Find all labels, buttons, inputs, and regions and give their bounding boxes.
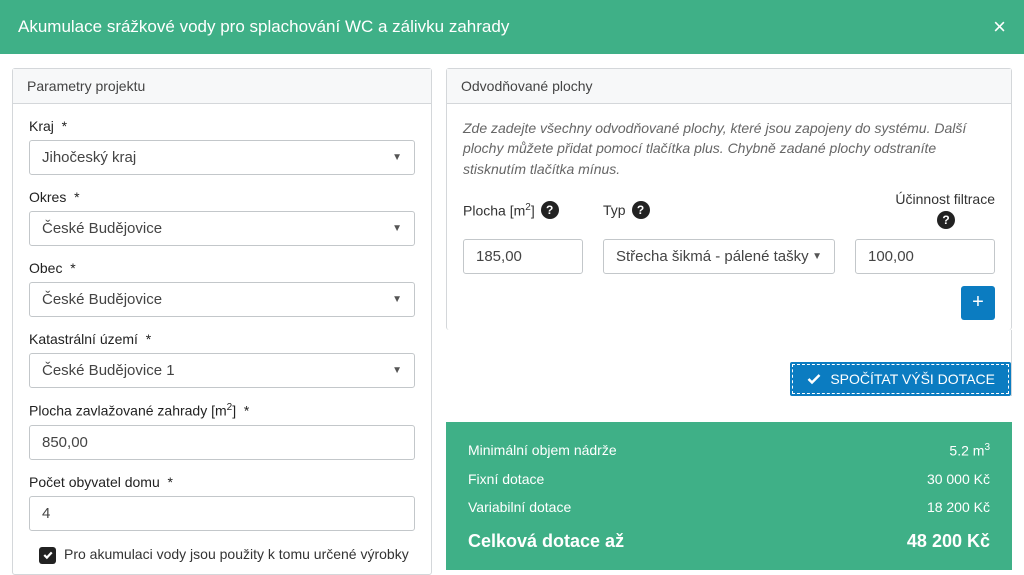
close-icon[interactable]: × (993, 14, 1006, 40)
header-typ: Typ ? (603, 191, 835, 229)
summary-row-total: Celková dotace až 48 200 Kč (468, 521, 990, 558)
label-kraj: Kraj * (29, 118, 415, 134)
input-obyvatel-value: 4 (42, 505, 50, 522)
select-obec-value: České Budějovice (42, 291, 162, 308)
label-okres: Okres * (29, 189, 415, 205)
chevron-down-icon: ▼ (392, 152, 402, 163)
label-katastr: Katastrální území * (29, 331, 415, 347)
summary-row-variabilni: Variabilní dotace 18 200 Kč (468, 493, 990, 521)
add-surface-button[interactable]: + (961, 286, 995, 320)
modal-title: Akumulace srážkové vody pro splachování … (18, 17, 509, 37)
header-plocha: Plocha [m2] ? (463, 191, 583, 229)
select-okres-value: České Budějovice (42, 220, 162, 237)
check-icon (806, 371, 822, 387)
help-icon[interactable]: ? (541, 201, 559, 219)
modal-header: Akumulace srážkové vody pro splachování … (0, 0, 1024, 54)
surface-row: 185,00 Střecha šikmá - pálené tašky ▼ 10… (463, 239, 995, 274)
summary-row-fixni: Fixní dotace 30 000 Kč (468, 465, 990, 493)
chevron-down-icon: ▼ (392, 294, 402, 305)
input-surface-ucinnost[interactable]: 100,00 (855, 239, 995, 274)
calculate-button[interactable]: SPOČÍTAT VÝŠI DOTACE (790, 362, 1011, 396)
summary-row-objem: Minimální objem nádrže 5.2 m3 (468, 436, 990, 465)
chevron-down-icon: ▼ (812, 251, 822, 262)
select-obec[interactable]: České Budějovice ▼ (29, 282, 415, 317)
checkbox-vyrobky[interactable] (39, 547, 56, 564)
plus-icon: + (972, 291, 984, 314)
select-surface-typ[interactable]: Střecha šikmá - pálené tašky ▼ (603, 239, 835, 274)
input-plocha-zahrady-value: 850,00 (42, 434, 88, 451)
header-ucinnost: Účinnost filtrace ? (855, 191, 995, 229)
panel-plochy: Odvodňované plochy Zde zadejte všechny o… (446, 68, 1012, 330)
checkbox-vyrobky-row[interactable]: Pro akumulaci vody jsou použity k tomu u… (29, 545, 415, 565)
input-plocha-zahrady[interactable]: 850,00 (29, 425, 415, 460)
select-kraj-value: Jihočeský kraj (42, 149, 136, 166)
input-surface-plocha[interactable]: 185,00 (463, 239, 583, 274)
label-obyvatel: Počet obyvatel domu * (29, 474, 415, 490)
chevron-down-icon: ▼ (392, 365, 402, 376)
select-katastr[interactable]: České Budějovice 1 ▼ (29, 353, 415, 388)
label-plocha-zahrady: Plocha zavlažované zahrady [m2] * (29, 402, 415, 419)
help-icon[interactable]: ? (632, 201, 650, 219)
input-obyvatel[interactable]: 4 (29, 496, 415, 531)
select-katastr-value: České Budějovice 1 (42, 362, 175, 379)
checkbox-vyrobky-label: Pro akumulaci vody jsou použity k tomu u… (64, 545, 409, 565)
select-kraj[interactable]: Jihočeský kraj ▼ (29, 140, 415, 175)
chevron-down-icon: ▼ (392, 223, 402, 234)
panel-parametry: Parametry projektu Kraj * Jihočeský kraj… (12, 68, 432, 575)
calculate-button-label: SPOČÍTAT VÝŠI DOTACE (830, 371, 995, 387)
help-text-plochy: Zde zadejte všechny odvodňované plochy, … (463, 118, 995, 179)
help-icon[interactable]: ? (937, 211, 955, 229)
select-okres[interactable]: České Budějovice ▼ (29, 211, 415, 246)
label-obec: Obec * (29, 260, 415, 276)
panel-title-plochy: Odvodňované plochy (447, 69, 1011, 104)
panel-title-parametry: Parametry projektu (13, 69, 431, 104)
summary-panel: Minimální objem nádrže 5.2 m3 Fixní dota… (446, 422, 1012, 570)
